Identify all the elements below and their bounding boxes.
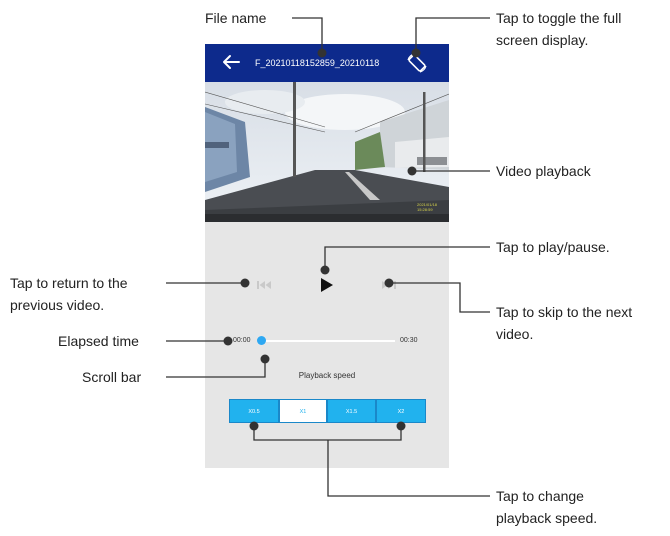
callout-lines [166,17,490,497]
callout-file-name: File name [205,10,267,26]
callout-video-playback: Video playback [496,163,591,179]
callout-change-speed-1: Tap to change [496,488,584,504]
callout-scroll-bar: Scroll bar [82,369,142,385]
callout-return-2: previous video. [10,297,105,313]
callout-change-speed-2: playback speed. [496,510,598,526]
callout-play-pause: Tap to play/pause. [496,239,610,255]
callout-skip-2: video. [496,326,534,342]
callout-skip-1: Tap to skip to the next [496,304,633,320]
callout-toggle-full-2: screen display. [496,32,589,48]
callout-toggle-full-1: Tap to toggle the full [496,10,622,26]
callout-elapsed-time: Elapsed time [58,333,139,349]
callout-return-1: Tap to return to the [10,275,128,291]
